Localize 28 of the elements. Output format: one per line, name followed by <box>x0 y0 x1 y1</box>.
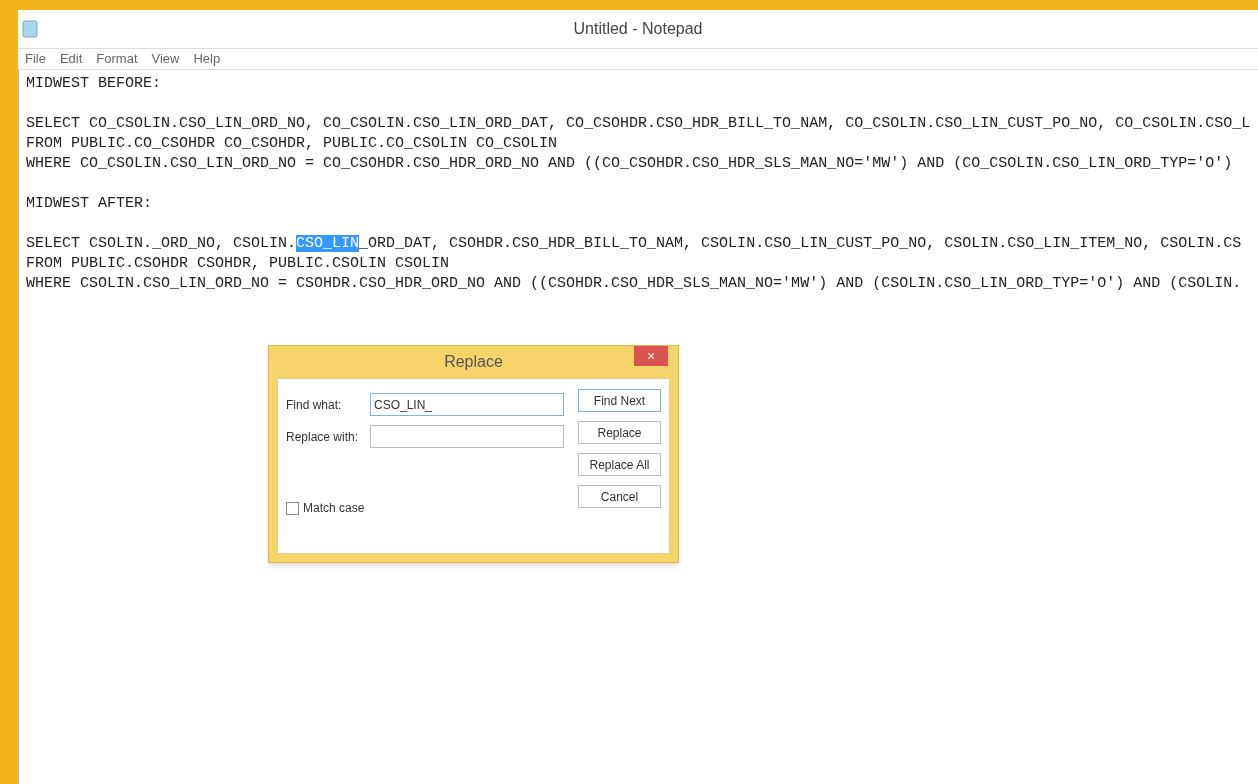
menu-item[interactable]: Edit <box>59 49 83 69</box>
text-line: FROM PUBLIC.CSOHDR CSOHDR, PUBLIC.CSOLIN CSOLIN <box>26 255 450 272</box>
text-line: WHERE CSOLIN.CSO_LIN_ORD_NO = CSOHDR.CSO_HDR_ORD_NO AND ((CSOHDR.CSO_HDR_SLS_MAN_NO='MW') AND (CSOLIN.CSO_LIN_ORD_TYP='O') AND (CSOLIN. <box>26 275 1242 292</box>
dialog-button[interactable]: Find Next <box>578 389 661 412</box>
dialog-button[interactable]: Replace <box>578 421 661 444</box>
text-input[interactable]: CSO_LIN_ <box>370 393 564 416</box>
field-label: Find what: <box>286 396 343 414</box>
menu-item[interactable]: File <box>25 49 46 69</box>
checkbox-label: Match case <box>303 500 365 517</box>
dialog-button[interactable]: Cancel <box>578 485 661 508</box>
text-input[interactable] <box>370 425 564 448</box>
field-label: Replace with: <box>286 428 360 446</box>
text-line: SELECT CO_CSOLIN.CSO_LIN_ORD_NO, CO_CSOLIN.CSO_LIN_ORD_DAT, CO_CSOHDR.CSO_HDR_BILL_TO_NAM, CO_CSOLIN.CSO_LIN_CUST_PO_NO, CO_CSOLIN.CSO_L <box>26 115 1251 132</box>
menu-item[interactable]: Format <box>96 49 138 69</box>
close-button[interactable]: × <box>634 346 668 366</box>
checkbox[interactable] <box>286 501 299 515</box>
text-line: MIDWEST BEFORE: <box>26 75 162 92</box>
text-line: MIDWEST AFTER: <box>26 195 153 212</box>
text-line: FROM PUBLIC.CO_CSOHDR CO_CSOHDR, PUBLIC.CO_CSOLIN CO_CSOLIN <box>26 135 558 152</box>
text-line: SELECT CSOLIN._ORD_NO, CSOLIN. <box>26 235 297 252</box>
dialog-title: Replace <box>444 352 503 372</box>
text-line: WHERE CO_CSOLIN.CSO_LIN_ORD_NO = CO_CSOHDR.CSO_HDR_ORD_NO AND ((CO_CSOHDR.CSO_HDR_SLS_MAN_NO='MW') AND (CO_CSOLIN.CSO_LIN_ORD_TYP='O') <box>26 155 1233 172</box>
menu-item[interactable]: View <box>151 49 180 69</box>
notepad-icon <box>22 20 38 38</box>
menu-item[interactable]: Help <box>193 49 221 69</box>
text-line: _ORD_DAT, CSOHDR.CSO_HDR_BILL_TO_NAM, CSOLIN.CSO_LIN_CUST_PO_NO, CSOLIN.CSO_LIN_ITEM_NO, CSOLIN.CS <box>359 235 1242 252</box>
dialog-button[interactable]: Replace All <box>578 453 661 476</box>
window-title: Untitled - Notepad <box>573 19 703 39</box>
